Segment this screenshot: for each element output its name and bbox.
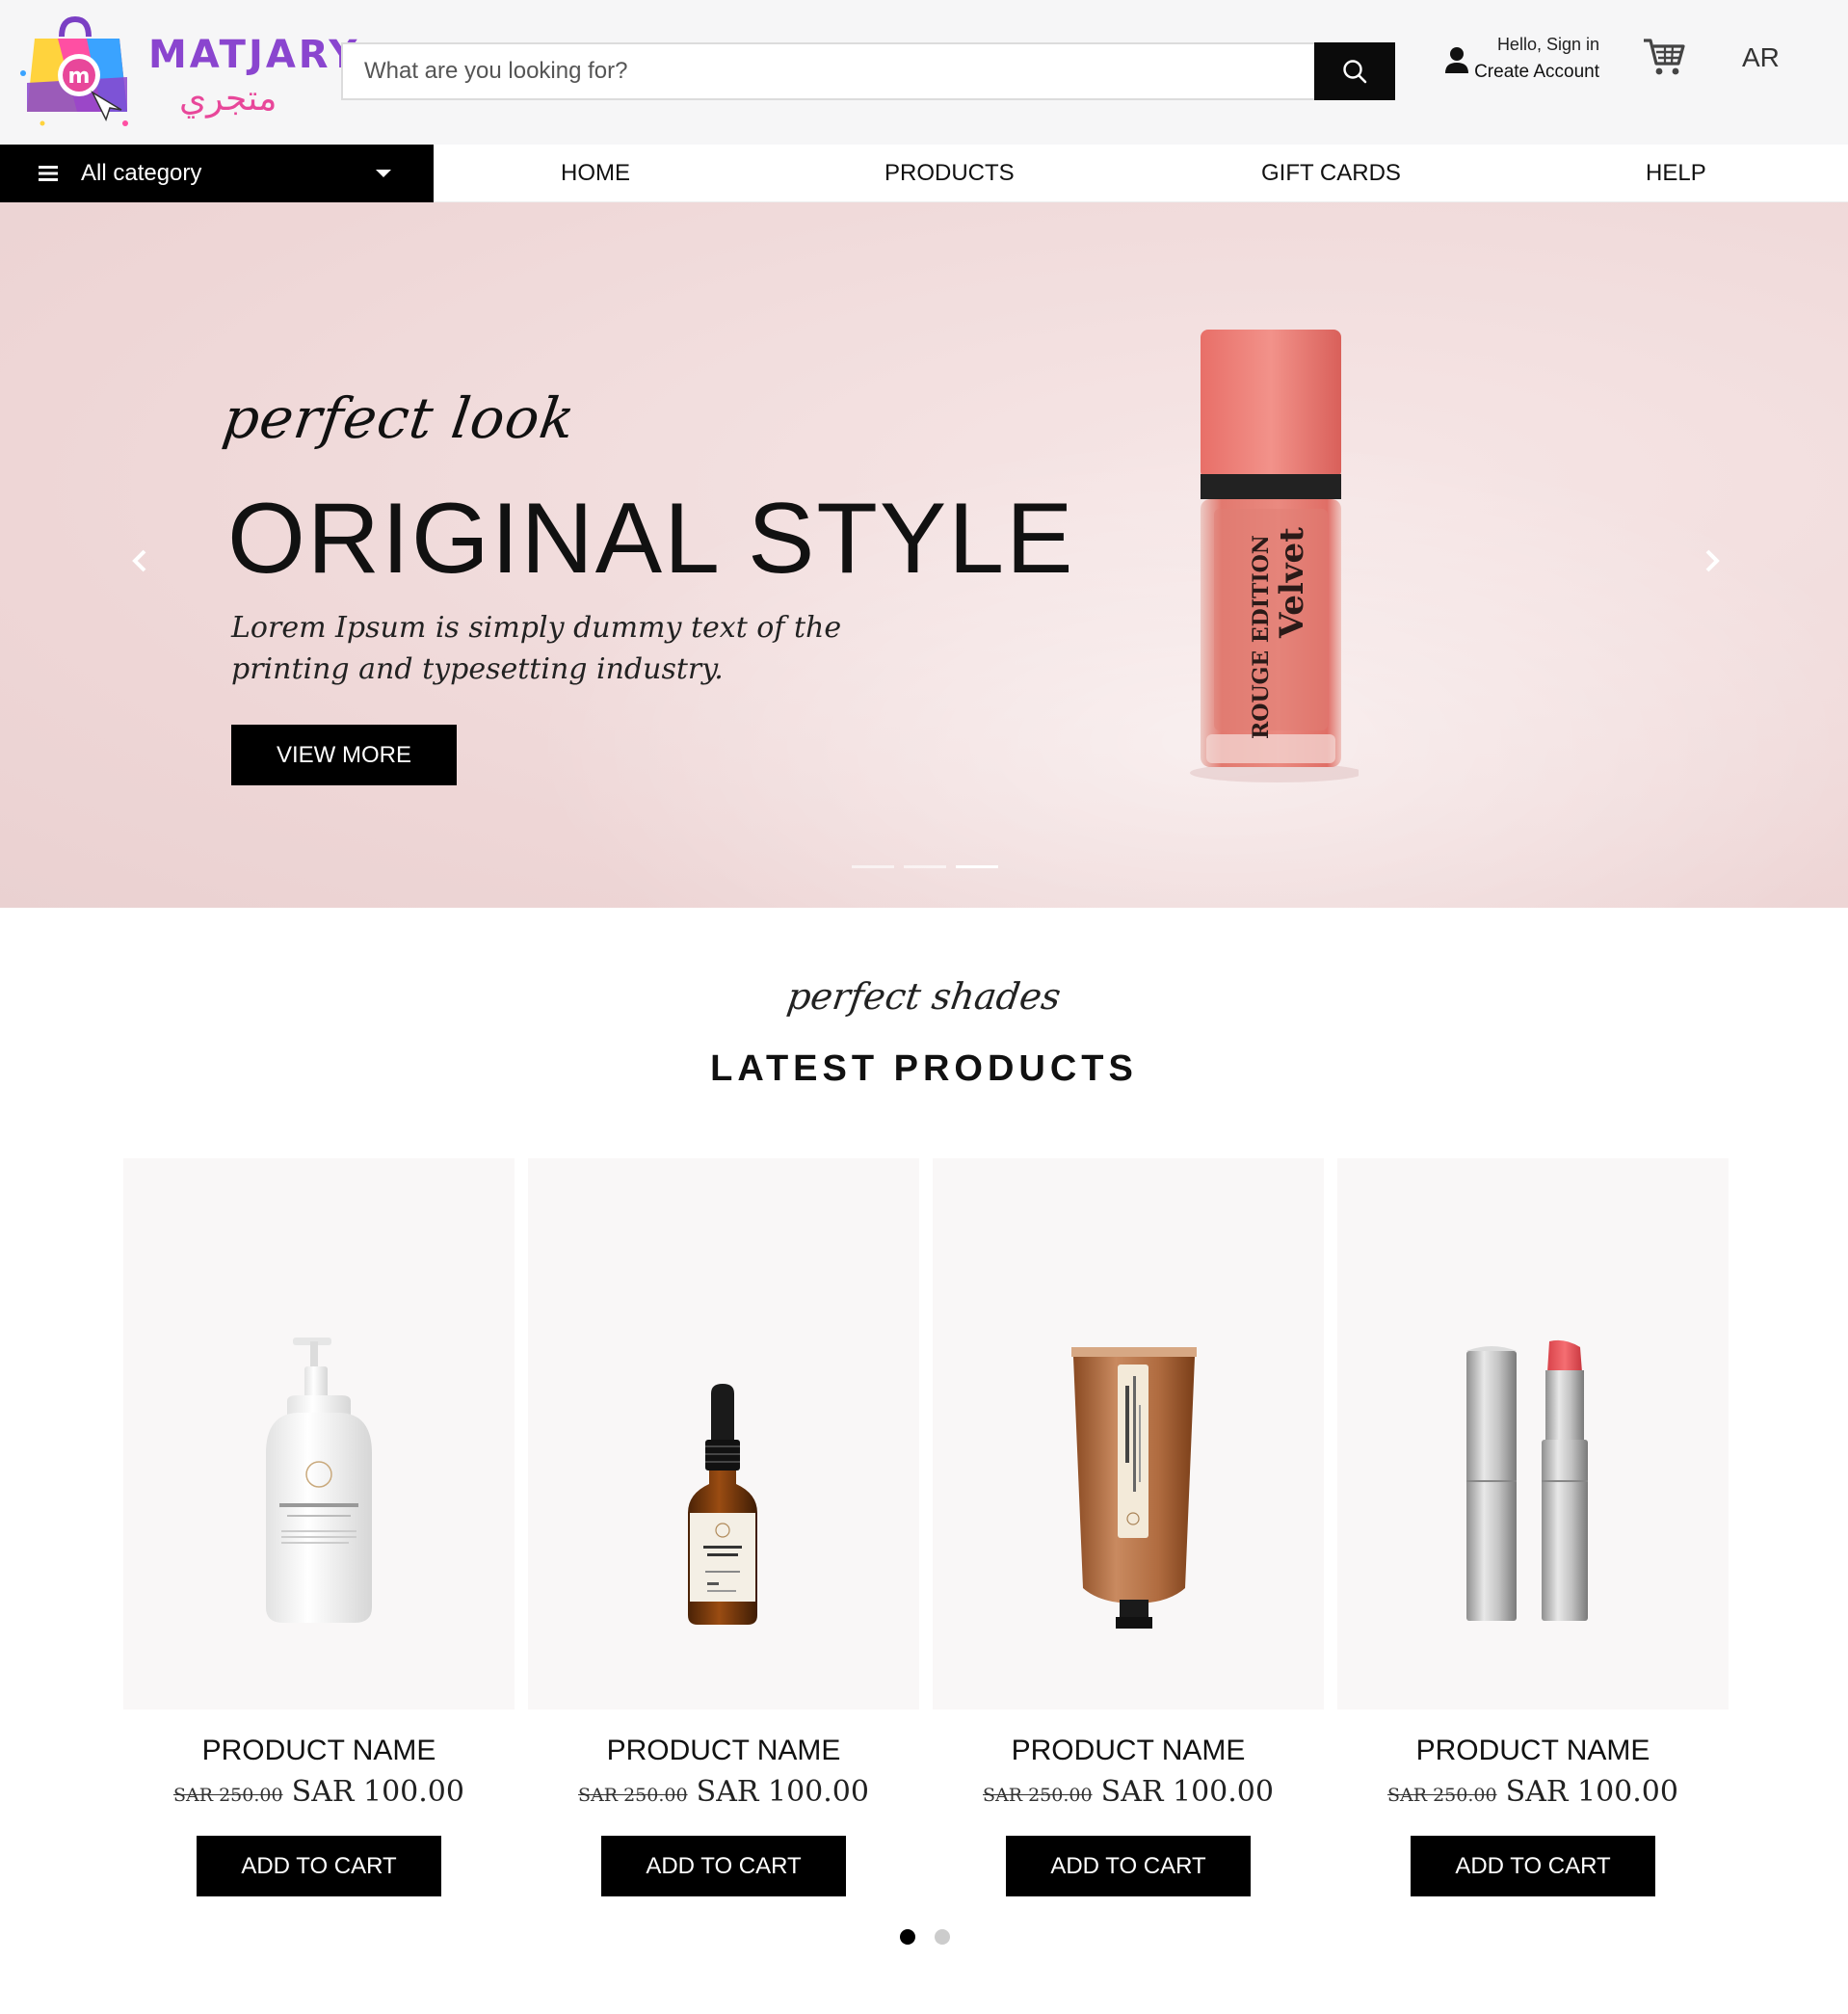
search-bar <box>341 42 1395 100</box>
cart-icon[interactable] <box>1642 37 1686 77</box>
view-more-button[interactable]: VIEW MORE <box>231 725 457 785</box>
product-price: SAR 250.00 SAR 100.00 <box>528 1775 919 1809</box>
product-image[interactable] <box>933 1158 1324 1709</box>
language-toggle[interactable]: AR <box>1742 42 1780 73</box>
sale-price: SAR 100.00 <box>1505 1775 1678 1809</box>
hero-indicator-active[interactable] <box>956 865 998 868</box>
carousel-prev-arrow-icon[interactable] <box>125 542 154 580</box>
search-icon <box>1343 60 1367 84</box>
add-to-cart-button[interactable]: ADD TO CART <box>197 1836 441 1896</box>
add-to-cart-button[interactable]: ADD TO CART <box>601 1836 846 1896</box>
bottle-label-velvet: Velvet <box>1273 527 1311 639</box>
lip-gloss-bottle-image: ROUGE EDITION Velvet <box>1190 330 1359 782</box>
dropper-bottle-image <box>688 1384 757 1625</box>
nav-help[interactable]: HELP <box>1646 160 1706 187</box>
hero-description: Lorem Ipsum is simply dummy text of the … <box>231 611 842 686</box>
section-tagline: perfect shades <box>784 975 1064 1018</box>
shopping-bag-logo-icon: m <box>20 15 128 126</box>
product-price: SAR 250.00 SAR 100.00 <box>123 1775 515 1809</box>
sale-price: SAR 100.00 <box>1100 1775 1274 1809</box>
brand-name-ar: متجري <box>179 79 277 119</box>
nav-gift-cards[interactable]: GIFT CARDS <box>1261 160 1401 187</box>
old-price: SAR 250.00 <box>1387 1785 1497 1806</box>
user-icon <box>1445 47 1468 73</box>
products-carousel-indicators <box>900 1929 950 1945</box>
product-image[interactable] <box>123 1158 515 1709</box>
hero-indicator[interactable] <box>904 865 946 868</box>
account-link[interactable]: Hello, Sign in Create Account <box>1443 33 1601 91</box>
hero-title: ORIGINAL STYLE <box>227 483 1075 595</box>
product-card: PRODUCT NAME SAR 250.00 SAR 100.00 ADD T… <box>123 1158 515 1896</box>
all-category-label: All category <box>81 160 202 186</box>
product-image[interactable] <box>1337 1158 1729 1709</box>
cream-tube-image <box>1071 1347 1197 1629</box>
product-name[interactable]: PRODUCT NAME <box>528 1735 919 1767</box>
bottle-label-rouge: ROUGE EDITION <box>1249 535 1274 739</box>
old-price: SAR 250.00 <box>173 1785 283 1806</box>
product-name[interactable]: PRODUCT NAME <box>123 1735 515 1767</box>
section-title: LATEST PRODUCTS <box>710 1048 1138 1089</box>
account-greeting: Hello, Sign in <box>1496 35 1599 54</box>
brand-name-en: MATJARY <box>148 33 360 77</box>
svg-text:m: m <box>68 65 91 89</box>
create-account-link[interactable]: Create Account <box>1474 62 1599 83</box>
hero-indicator[interactable] <box>852 865 894 868</box>
search-input[interactable] <box>343 44 1316 98</box>
all-category-dropdown[interactable]: All category <box>0 145 434 202</box>
product-name[interactable]: PRODUCT NAME <box>1337 1735 1729 1767</box>
hero-banner: perfect look ORIGINAL STYLE Lorem Ipsum … <box>0 202 1848 908</box>
product-card: PRODUCT NAME SAR 250.00 SAR 100.00 ADD T… <box>933 1158 1324 1896</box>
product-price: SAR 250.00 SAR 100.00 <box>1337 1775 1729 1809</box>
sale-price: SAR 100.00 <box>696 1775 869 1809</box>
hero-tagline: perfect look <box>219 385 580 451</box>
product-image[interactable] <box>528 1158 919 1709</box>
logo[interactable]: m MATJARY متجري <box>19 12 356 132</box>
products-page-dot-active[interactable] <box>900 1929 915 1945</box>
header: m MATJARY متجري Hello, Sign in Create Ac… <box>0 0 1848 145</box>
hero-carousel-indicators <box>852 865 998 868</box>
old-price: SAR 250.00 <box>578 1785 688 1806</box>
pump-bottle-image <box>266 1338 372 1623</box>
chevron-down-icon <box>376 170 391 177</box>
add-to-cart-button[interactable]: ADD TO CART <box>1006 1836 1251 1896</box>
sale-price: SAR 100.00 <box>291 1775 464 1809</box>
nav-products[interactable]: PRODUCTS <box>884 160 1015 187</box>
menu-icon <box>39 166 58 181</box>
add-to-cart-button[interactable]: ADD TO CART <box>1411 1836 1655 1896</box>
product-price: SAR 250.00 SAR 100.00 <box>933 1775 1324 1809</box>
product-card: PRODUCT NAME SAR 250.00 SAR 100.00 ADD T… <box>528 1158 919 1896</box>
search-button[interactable] <box>1314 42 1395 100</box>
product-name[interactable]: PRODUCT NAME <box>933 1735 1324 1767</box>
products-page-dot[interactable] <box>935 1929 950 1945</box>
old-price: SAR 250.00 <box>983 1785 1093 1806</box>
main-nav: All category HOME PRODUCTS GIFT CARDS HE… <box>0 145 1848 202</box>
carousel-next-arrow-icon[interactable] <box>1698 542 1727 580</box>
product-card: PRODUCT NAME SAR 250.00 SAR 100.00 ADD T… <box>1337 1158 1729 1896</box>
nav-home[interactable]: HOME <box>561 160 630 187</box>
lipstick-image <box>1466 1339 1588 1621</box>
